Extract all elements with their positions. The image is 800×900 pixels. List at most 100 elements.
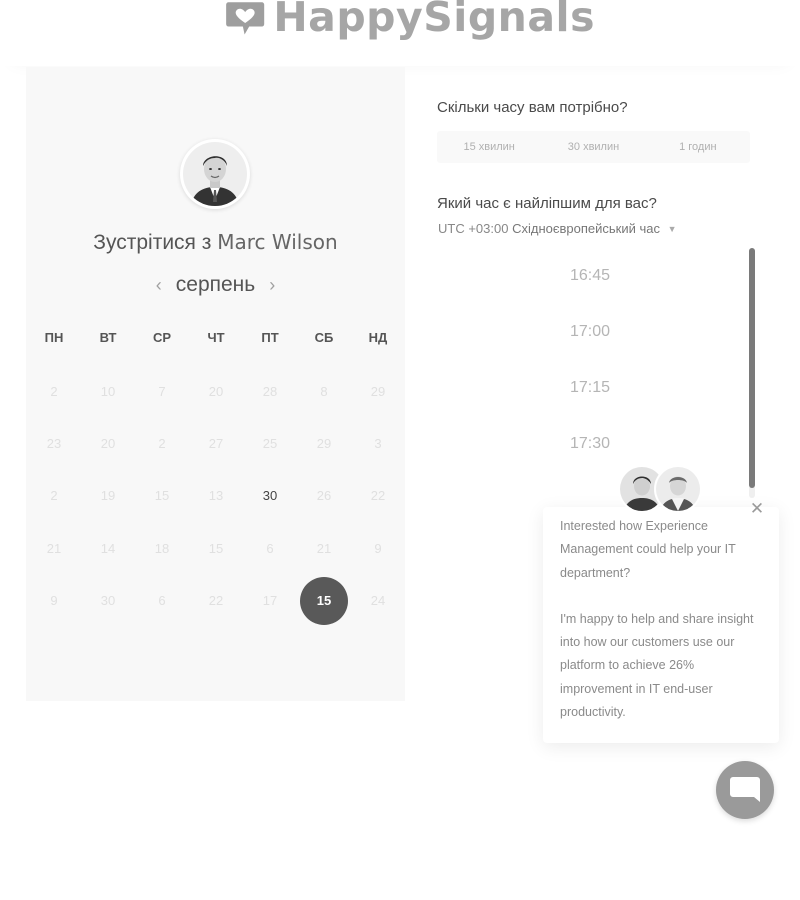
calendar-day: 2 bbox=[135, 417, 189, 469]
calendar-day: 29 bbox=[297, 417, 351, 469]
calendar-day-label: 24 bbox=[370, 593, 386, 609]
time-slot[interactable]: 17:00 bbox=[440, 304, 740, 360]
meeting-title: Зустрітися з Marc Wilson bbox=[26, 230, 405, 255]
weekday-label: ВТ bbox=[99, 330, 117, 345]
meeting-title-prefix: Зустрітися з bbox=[93, 231, 212, 254]
calendar-day: 22 bbox=[189, 575, 243, 627]
calendar-day: 25 bbox=[243, 417, 297, 469]
chat-popup[interactable]: Interested how Experience Management cou… bbox=[543, 507, 779, 743]
calendar-day-label: 2 bbox=[50, 383, 58, 399]
agent-portrait bbox=[656, 467, 700, 511]
host-avatar bbox=[180, 139, 250, 209]
calendar-day-label: 29 bbox=[370, 383, 386, 399]
host-portrait bbox=[183, 142, 247, 206]
calendar-day: 9 bbox=[27, 575, 81, 627]
calendar-day: 3 bbox=[351, 417, 405, 469]
calendar-day: 20 bbox=[189, 365, 243, 417]
calendar-day-label: 6 bbox=[266, 540, 274, 556]
host-name: Marc Wilson bbox=[217, 230, 338, 254]
calendar-day-label: 20 bbox=[208, 383, 224, 399]
time-slot[interactable]: 17:30 bbox=[440, 416, 740, 472]
calendar-day-label: 30 bbox=[100, 593, 116, 609]
calendar-day-label: 9 bbox=[50, 593, 58, 609]
timezone-offset: UTC +03:00 bbox=[438, 221, 509, 236]
calendar-day-label: 7 bbox=[158, 383, 166, 399]
time-slot[interactable]: 16:45 bbox=[440, 248, 740, 304]
calendar-day: 19 bbox=[81, 470, 135, 522]
weekday-label: ПТ bbox=[261, 330, 279, 345]
duration-option-30[interactable]: 30 хвилин bbox=[541, 131, 645, 163]
time-question: Який час є найліпшим для вас? bbox=[437, 195, 657, 212]
calendar-day: 7 bbox=[135, 365, 189, 417]
calendar-day: 9 bbox=[351, 522, 405, 574]
calendar-day-label: 23 bbox=[46, 436, 62, 452]
month-label: серпень bbox=[175, 273, 256, 296]
calendar-day-label: 21 bbox=[316, 540, 332, 556]
calendar-day: 2 bbox=[27, 365, 81, 417]
calendar-day-label: 9 bbox=[374, 540, 382, 556]
calendar-day-label: 6 bbox=[158, 593, 166, 609]
calendar-day: 15 bbox=[189, 522, 243, 574]
calendar-day-label: 19 bbox=[100, 488, 116, 504]
time-slot-scrollbar[interactable] bbox=[749, 248, 755, 488]
close-icon[interactable]: ✕ bbox=[748, 500, 766, 518]
calendar-day: 23 bbox=[27, 417, 81, 469]
heart-speech-bubble-icon bbox=[226, 2, 265, 35]
calendar-day: 21 bbox=[27, 522, 81, 574]
next-month-icon[interactable]: › bbox=[255, 275, 289, 296]
chat-launcher-button[interactable] bbox=[716, 761, 774, 819]
calendar-day-label: 3 bbox=[374, 436, 382, 452]
duration-selector: 15 хвилин 30 хвилин 1 годин bbox=[437, 131, 750, 163]
calendar-day-label: 8 bbox=[320, 383, 328, 399]
timezone-selector[interactable]: UTC +03:00 Східноєвропейський час ▼ bbox=[438, 221, 677, 236]
calendar-day-label: 15 bbox=[154, 488, 170, 504]
calendar-day: 6 bbox=[243, 522, 297, 574]
calendar-day-label: 14 bbox=[100, 540, 116, 556]
calendar-day: 22 bbox=[351, 470, 405, 522]
calendar-day: 30 bbox=[81, 575, 135, 627]
time-slot[interactable]: 17:15 bbox=[440, 360, 740, 416]
weekday-header: ПН ВТ СР ЧТ ПТ СБ НД bbox=[26, 330, 406, 345]
duration-option-15[interactable]: 15 хвилин bbox=[437, 131, 541, 163]
calendar-day-label: 26 bbox=[316, 488, 332, 504]
calendar-day-label: 22 bbox=[208, 593, 224, 609]
calendar-day[interactable]: 30 bbox=[243, 470, 297, 522]
calendar-day-label: 15 bbox=[208, 540, 224, 556]
calendar-day: 14 bbox=[81, 522, 135, 574]
calendar-day: 10 bbox=[81, 365, 135, 417]
calendar-day: 24 bbox=[351, 575, 405, 627]
calendar-day-label: 29 bbox=[316, 436, 332, 452]
brand-logo[interactable]: HappySignals bbox=[225, 0, 595, 52]
calendar-day: 26 bbox=[297, 470, 351, 522]
calendar-day: 21 bbox=[297, 522, 351, 574]
calendar-day-label: 13 bbox=[208, 488, 224, 504]
duration-question: Скільки часу вам потрібно? bbox=[437, 99, 628, 116]
chat-message: Interested how Experience Management cou… bbox=[560, 515, 765, 747]
calendar-panel: Зустрітися з Marc Wilson ‹ серпень › ПН В… bbox=[26, 67, 405, 701]
calendar-day-label: 30 bbox=[262, 488, 278, 504]
calendar-day-selected[interactable]: 15 bbox=[297, 575, 351, 627]
previous-month-icon[interactable]: ‹ bbox=[142, 275, 176, 296]
calendar-day: 8 bbox=[297, 365, 351, 417]
calendar-day-label: 22 bbox=[370, 488, 386, 504]
weekday-label: НД bbox=[368, 330, 388, 345]
calendar-day: 17 bbox=[243, 575, 297, 627]
agent-avatar bbox=[654, 465, 702, 513]
chat-message-line: I'm happy to help and share insight into… bbox=[560, 611, 754, 720]
duration-option-60[interactable]: 1 годин bbox=[646, 131, 750, 163]
calendar-day: 27 bbox=[189, 417, 243, 469]
calendar-day-label: 2 bbox=[158, 436, 166, 452]
calendar-day-label: 17 bbox=[262, 593, 278, 609]
calendar-day-label: 28 bbox=[262, 383, 278, 399]
calendar-day-label: 15 bbox=[300, 576, 348, 625]
weekday-label: СР bbox=[152, 330, 172, 345]
weekday-label: СБ bbox=[314, 330, 334, 345]
calendar-day-label: 21 bbox=[46, 540, 62, 556]
calendar-day: 15 bbox=[135, 470, 189, 522]
calendar-day-label: 2 bbox=[50, 488, 58, 504]
chat-bubble-icon bbox=[730, 777, 760, 802]
calendar-day: 6 bbox=[135, 575, 189, 627]
month-navigation: ‹ серпень › bbox=[26, 273, 405, 297]
weekday-label: ЧТ bbox=[207, 330, 225, 345]
calendar-day-label: 18 bbox=[154, 540, 170, 556]
